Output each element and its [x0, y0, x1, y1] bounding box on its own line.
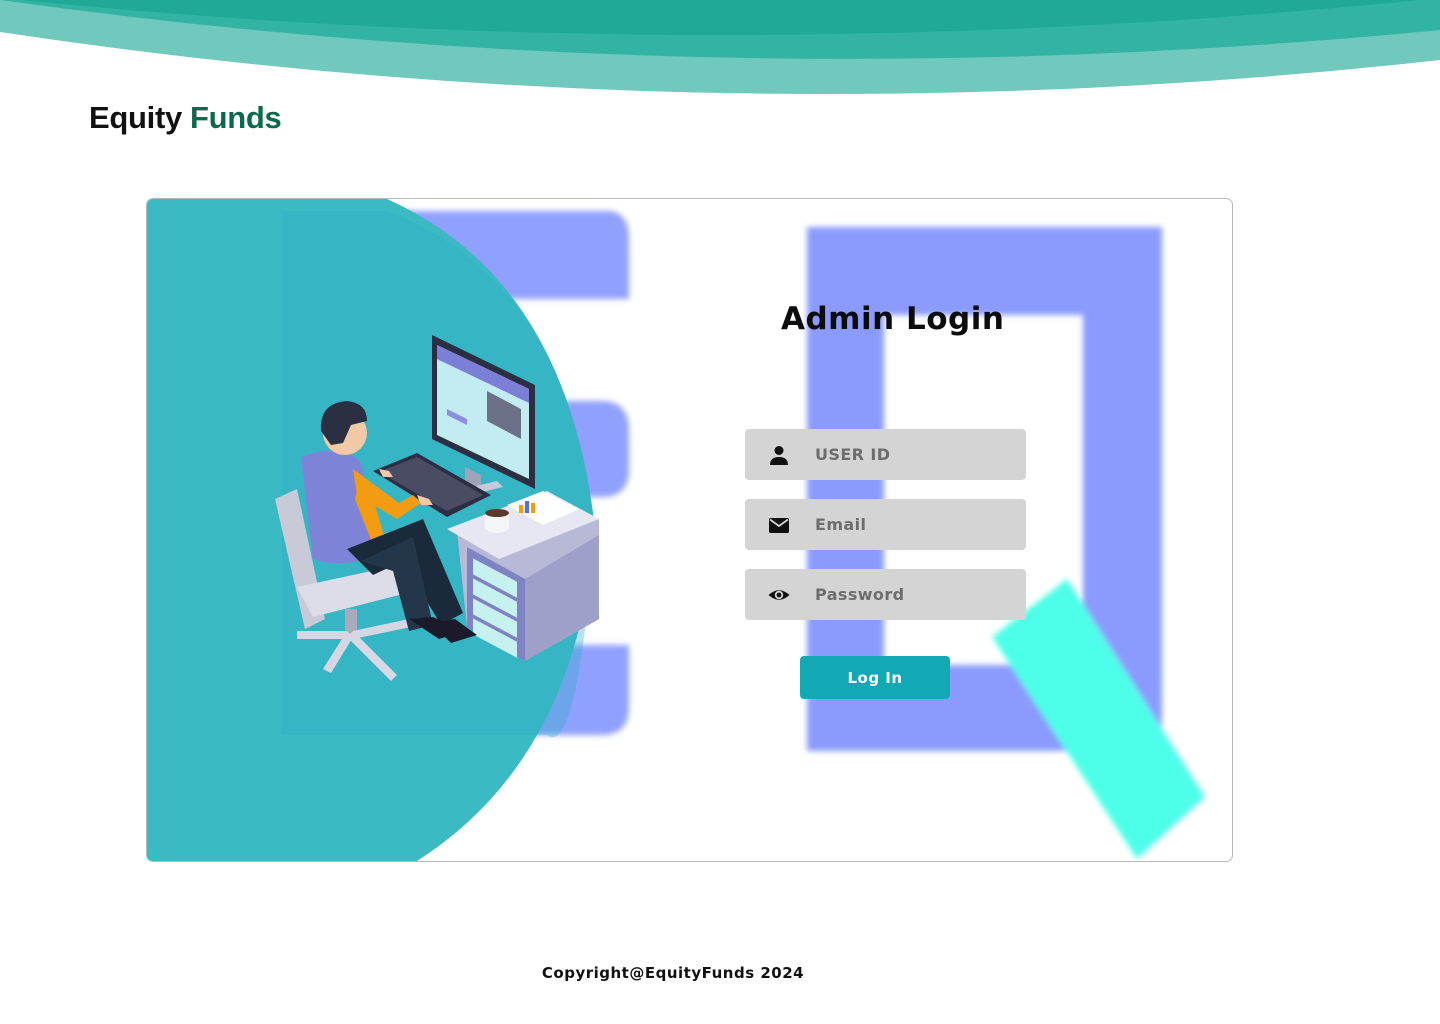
brand-word-equity: Equity: [89, 100, 182, 135]
login-card: Admin Login Log In: [146, 198, 1233, 862]
login-page: Equity Funds Admin Login USER ID Email L…: [0, 0, 1440, 1024]
email-field[interactable]: [745, 499, 1026, 550]
log-in-button[interactable]: Log In: [800, 656, 950, 699]
envelope-icon: [769, 518, 789, 533]
password-field[interactable]: [745, 569, 1026, 620]
footer-copyright: Copyright@EquityFunds 2024: [541, 964, 805, 982]
card-background-art: [147, 199, 1205, 861]
brand-word-funds: Funds: [189, 100, 282, 135]
email-input[interactable]: [815, 499, 1015, 550]
eye-icon[interactable]: [767, 583, 791, 607]
user-id-field[interactable]: [745, 429, 1026, 480]
user-icon: [770, 446, 788, 465]
login-title: Admin Login: [781, 301, 1005, 337]
user-id-input[interactable]: [815, 429, 1015, 480]
brand-logo[interactable]: Equity Funds: [89, 100, 282, 136]
password-input[interactable]: [815, 569, 1015, 620]
